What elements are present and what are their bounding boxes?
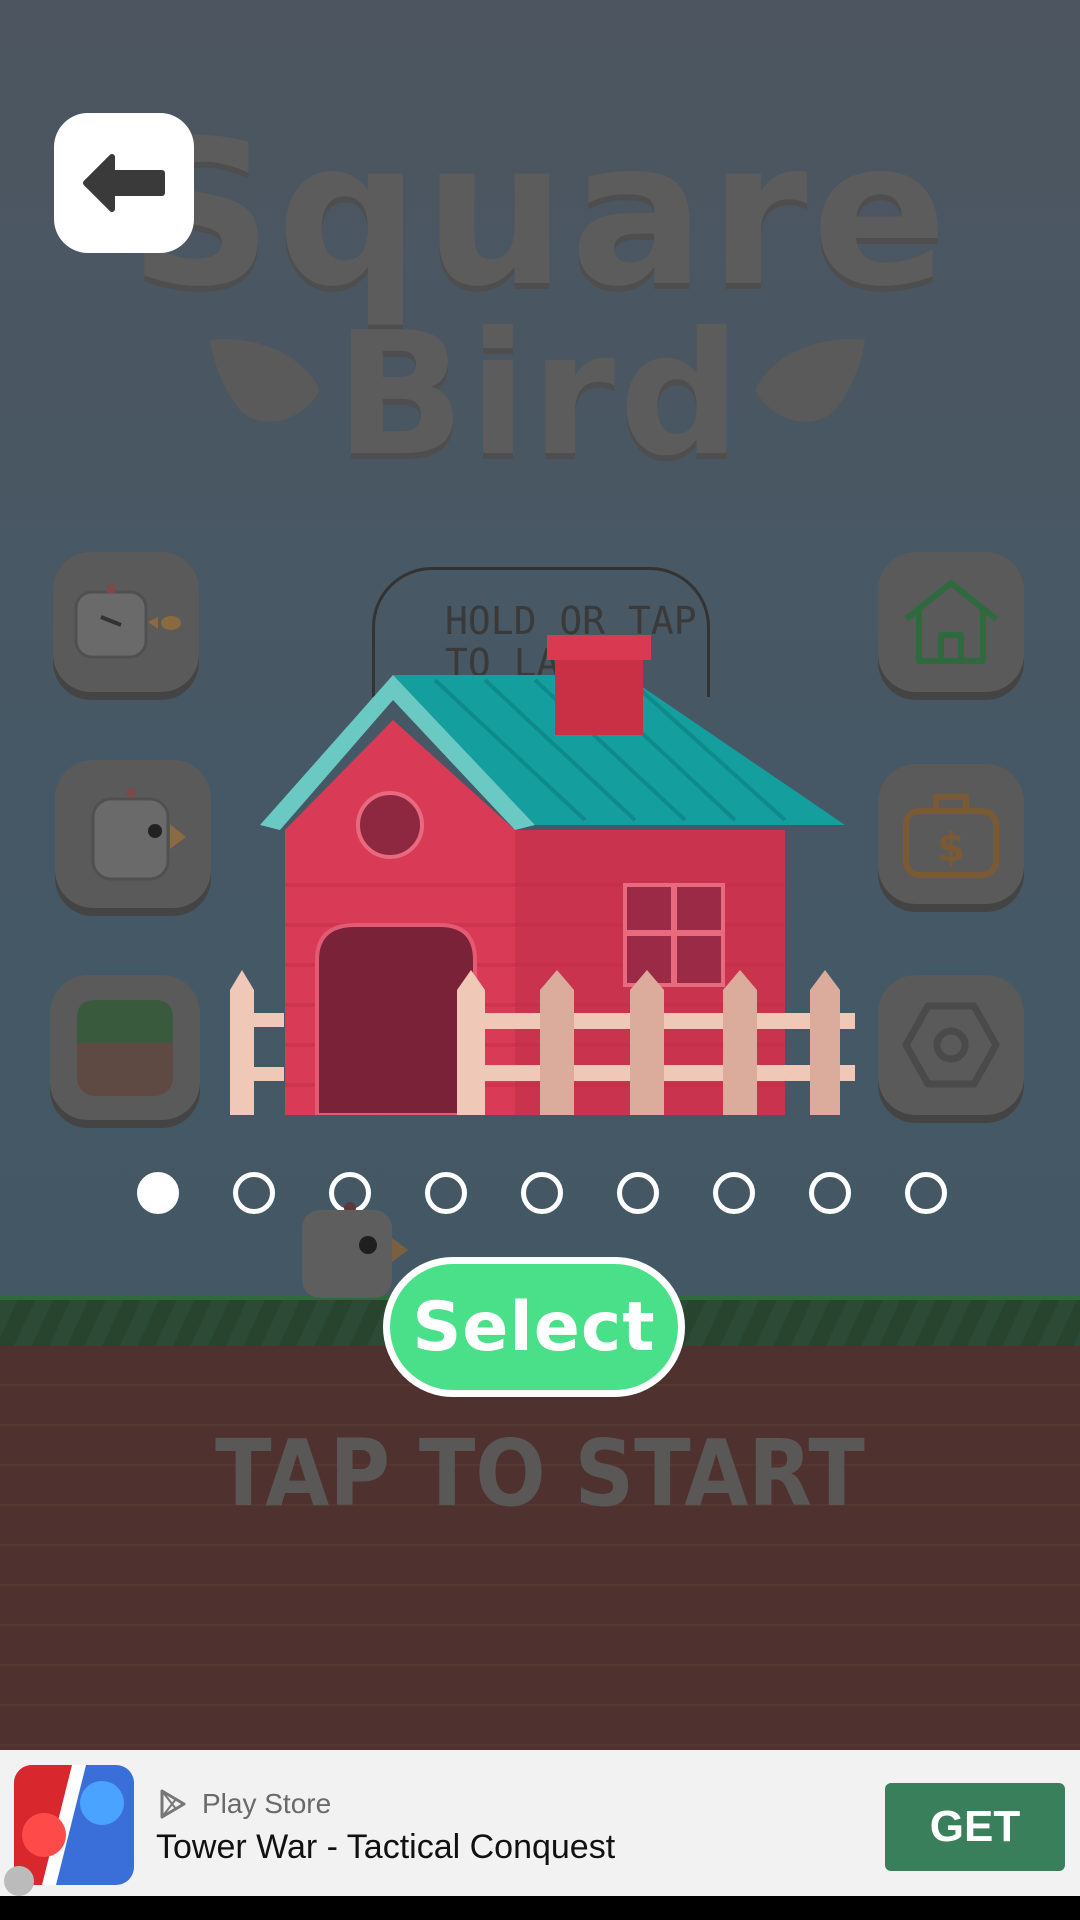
home-button[interactable] bbox=[878, 552, 1024, 692]
game-title-line2: Bird bbox=[335, 296, 745, 494]
tap-to-start-label: TAP TO START bbox=[215, 1420, 865, 1527]
angry-bird-icon bbox=[74, 584, 181, 659]
svg-text:$: $ bbox=[937, 825, 965, 871]
grass-block-button[interactable] bbox=[50, 975, 200, 1120]
money-bag-icon: $ bbox=[903, 794, 999, 878]
ad-banner[interactable]: Play Store Tower War - Tactical Conquest… bbox=[0, 1750, 1080, 1896]
pager-dot[interactable] bbox=[521, 1172, 563, 1214]
bird-button[interactable] bbox=[55, 760, 211, 908]
select-button[interactable]: Select bbox=[383, 1257, 685, 1397]
play-store-icon bbox=[160, 1789, 186, 1819]
ad-info-icon[interactable] bbox=[4, 1866, 34, 1896]
angry-bird-button[interactable] bbox=[53, 552, 199, 692]
game-scene[interactable]: Square Bird HOLD OR TAP TO LAY $ Select … bbox=[0, 0, 1080, 1750]
arrow-left-icon bbox=[83, 154, 165, 212]
pager-dot[interactable] bbox=[617, 1172, 659, 1214]
pager-dot[interactable] bbox=[905, 1172, 947, 1214]
money-bag-button[interactable]: $ bbox=[878, 764, 1024, 904]
pager-dot[interactable] bbox=[233, 1172, 275, 1214]
pager-dot[interactable] bbox=[809, 1172, 851, 1214]
ad-app-icon[interactable] bbox=[14, 1765, 134, 1885]
pager-dot[interactable] bbox=[713, 1172, 755, 1214]
ground bbox=[0, 1346, 1080, 1750]
settings-icon bbox=[902, 1002, 1000, 1088]
ad-store-row: Play Store bbox=[158, 1788, 331, 1820]
ad-get-button[interactable]: GET bbox=[885, 1783, 1065, 1871]
bird-icon bbox=[91, 788, 186, 881]
pager-dot[interactable] bbox=[425, 1172, 467, 1214]
settings-button[interactable] bbox=[878, 975, 1024, 1115]
grass-block-icon bbox=[77, 999, 173, 1096]
pager-dot[interactable] bbox=[137, 1172, 179, 1214]
skin-pager bbox=[0, 1172, 1080, 1222]
bird-house-illustration bbox=[230, 635, 855, 1115]
home-icon bbox=[904, 580, 998, 664]
right-wing-icon bbox=[755, 339, 865, 422]
tower-war-app-icon bbox=[14, 1765, 134, 1885]
ad-app-title[interactable]: Tower War - Tactical Conquest bbox=[156, 1828, 615, 1867]
ad-store-label: Play Store bbox=[202, 1788, 332, 1819]
player-bird-icon bbox=[302, 1202, 408, 1298]
back-button[interactable] bbox=[54, 113, 194, 253]
